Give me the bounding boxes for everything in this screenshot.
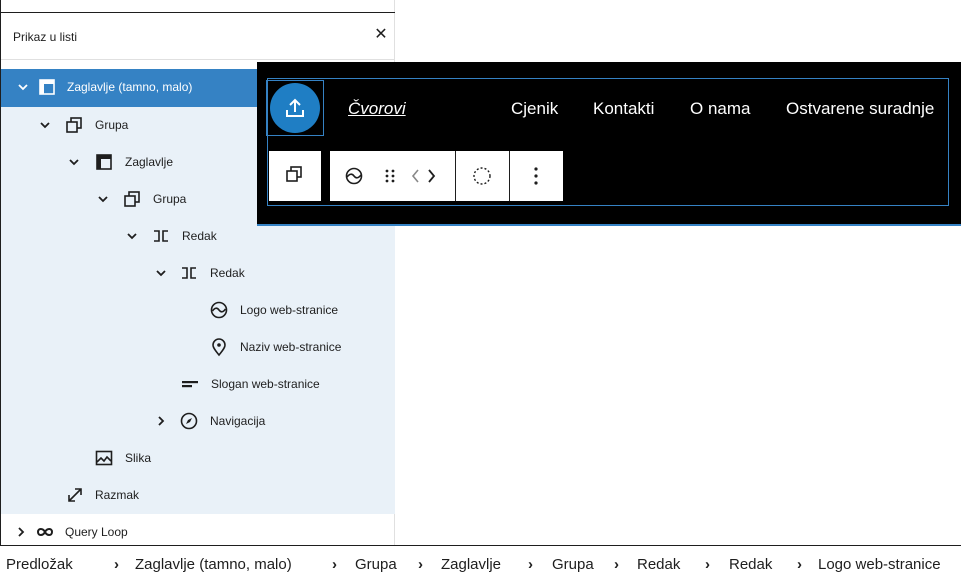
chevron-right-icon[interactable]: [424, 151, 440, 201]
chevron-down-icon[interactable]: [126, 229, 138, 243]
nav-item-cjenik[interactable]: Cjenik: [511, 99, 558, 119]
chevron-down-icon[interactable]: [97, 192, 109, 206]
image-icon: [94, 448, 114, 468]
tree-item-slogan-web-stranice[interactable]: Slogan web-stranice: [1, 366, 395, 403]
group-icon: [64, 115, 84, 135]
tree-item-redak[interactable]: Redak: [1, 255, 395, 292]
breadcrumb-item[interactable]: Grupa: [355, 556, 397, 573]
breadcrumb-item[interactable]: Zaglavlje: [441, 556, 501, 573]
tree-item-label: Redak: [210, 266, 245, 280]
dashed-circle-icon[interactable]: [456, 151, 508, 201]
site-logo-icon[interactable]: [330, 151, 366, 201]
site-logo-block[interactable]: [266, 80, 324, 136]
breadcrumb-item[interactable]: Grupa: [552, 556, 594, 573]
chevron-right-icon[interactable]: [155, 414, 167, 428]
navigation-icon: [179, 411, 199, 431]
group-icon[interactable]: [269, 151, 321, 201]
tree-item-label: Zaglavlje: [125, 155, 174, 169]
tree-item-label: Razmak: [95, 488, 140, 502]
tree-item-label: Query Loop: [65, 525, 128, 539]
template-part-icon: [94, 152, 114, 172]
breadcrumb-item-current: Logo web-stranice: [818, 556, 941, 573]
tree-item-label: Zaglavlje (tamno, malo): [67, 80, 193, 94]
row-icon: [179, 263, 199, 283]
row-icon: [151, 226, 171, 246]
upload-icon[interactable]: [270, 83, 320, 133]
loop-icon: [35, 522, 55, 542]
tree-item-label: Slika: [125, 451, 152, 465]
block-toolbar-parent: [269, 151, 321, 201]
breadcrumb-separator: ›: [797, 556, 802, 573]
tree-item-label: Naziv web-stranice: [240, 340, 342, 354]
tree-item-label: Logo web-stranice: [240, 303, 339, 317]
tree-item-label: Redak: [182, 229, 217, 243]
tree-item-label: Navigacija: [210, 414, 266, 428]
chevron-right-icon[interactable]: [15, 525, 27, 539]
tree-item-naziv-web-stranice[interactable]: Naziv web-stranice: [1, 329, 395, 366]
breadcrumb-item[interactable]: Redak: [637, 556, 680, 573]
tagline-icon: [180, 374, 200, 394]
site-logo-icon: [209, 300, 229, 320]
nav-item-o-nama[interactable]: O nama: [690, 99, 750, 119]
tree-item-logo-web-stranice[interactable]: Logo web-stranice: [1, 292, 395, 329]
more-vertical-icon[interactable]: [510, 151, 563, 201]
breadcrumb-separator: ›: [705, 556, 710, 573]
nav-item-kontakti[interactable]: Kontakti: [593, 99, 654, 119]
nav-item-ostvarene-suradnje[interactable]: Ostvarene suradnje: [786, 99, 934, 119]
tree-item-label: Slogan web-stranice: [211, 377, 320, 391]
map-marker-icon: [209, 337, 229, 357]
drag-handle-icon[interactable]: [380, 151, 400, 201]
group-icon: [122, 189, 142, 209]
chevron-down-icon[interactable]: [17, 80, 29, 94]
breadcrumb-item[interactable]: Predložak: [6, 556, 73, 573]
tree-item-label: Grupa: [153, 192, 187, 206]
tree-item-navigacija[interactable]: Navigacija: [1, 403, 395, 440]
breadcrumb-separator: ›: [418, 556, 423, 573]
chevron-down-icon[interactable]: [39, 118, 51, 132]
template-part-icon: [37, 77, 57, 97]
site-title[interactable]: Čvorovi: [348, 99, 406, 119]
resize-icon: [65, 485, 85, 505]
chevron-down-icon[interactable]: [68, 155, 80, 169]
tree-item-razmak[interactable]: Razmak: [1, 477, 395, 514]
breadcrumb-separator: ›: [114, 556, 119, 573]
breadcrumb-item[interactable]: Zaglavlje (tamno, malo): [135, 556, 292, 573]
close-icon[interactable]: ✕: [370, 23, 392, 47]
tree-item-slika[interactable]: Slika: [1, 440, 395, 477]
panel-header: Prikaz u listi ✕: [1, 12, 395, 60]
breadcrumb-separator: ›: [332, 556, 337, 573]
header-preview[interactable]: Čvorovi Cjenik Kontakti O nama Ostvarene…: [257, 62, 961, 226]
breadcrumb-separator: ›: [528, 556, 533, 573]
breadcrumb-item[interactable]: Redak: [729, 556, 772, 573]
chevron-left-icon[interactable]: [408, 151, 424, 201]
chevron-down-icon[interactable]: [155, 266, 167, 280]
tree-item-label: Grupa: [95, 118, 129, 132]
panel-title: Prikaz u listi: [13, 30, 78, 44]
block-toolbar: [330, 151, 563, 201]
breadcrumb: Predložak › Zaglavlje (tamno, malo) › Gr…: [0, 545, 961, 582]
breadcrumb-separator: ›: [614, 556, 619, 573]
